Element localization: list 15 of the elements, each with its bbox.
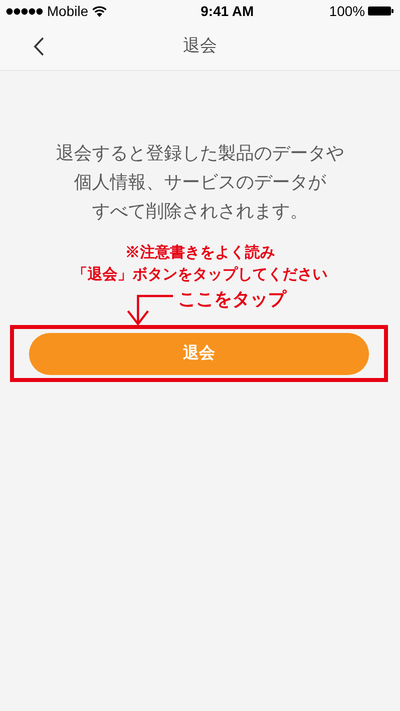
annotation-note: 「退会」ボタンをタップしてください (72, 265, 328, 285)
callout-text: ここをタップ (178, 288, 286, 311)
battery-percent: 100% (329, 2, 365, 20)
battery-icon (368, 6, 394, 16)
status-time: 9:41 AM (200, 2, 254, 20)
description-line: すべて削除されされます。 (92, 200, 308, 223)
signal-icon (6, 8, 43, 14)
back-icon (32, 36, 44, 56)
description-line: 退会すると登録した製品のデータや (56, 142, 344, 165)
annotation-note: ※注意書きをよく読み (125, 243, 275, 263)
description-line: 個人情報、サービスのデータが (74, 171, 326, 194)
withdraw-button[interactable]: 退会 (29, 332, 369, 374)
page-title: 退会 (183, 35, 217, 58)
wifi-icon (92, 6, 108, 16)
carrier-name: Mobile (47, 2, 88, 20)
